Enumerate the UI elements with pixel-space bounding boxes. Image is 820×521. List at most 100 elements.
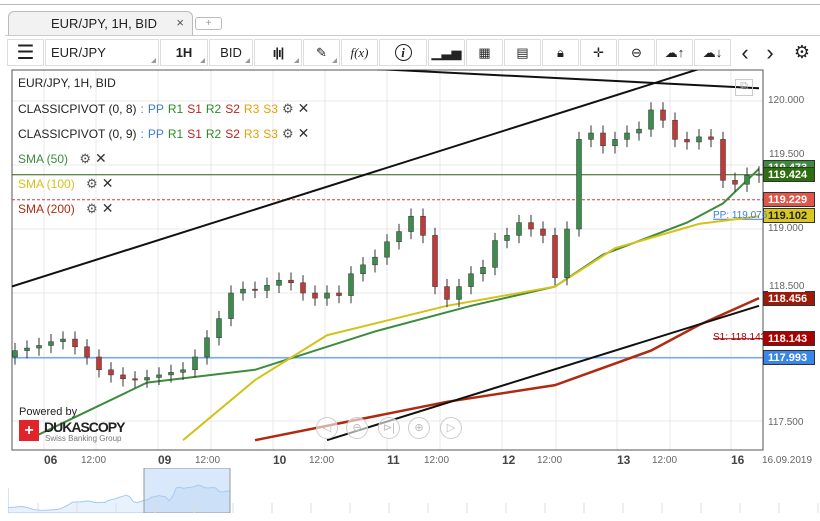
candle	[660, 109, 666, 121]
pivot-name: CLASSICPIVOT (0, 9)	[18, 126, 137, 141]
candle	[144, 377, 150, 381]
candle	[540, 228, 546, 236]
close-icon[interactable]: ✕	[102, 175, 114, 192]
pivot-legend: CLASSICPIVOT (0, 9): PP R1 S1 R2 S2 R3 S3 ⚙ ✕	[18, 125, 310, 142]
price-badge: 119.424	[763, 166, 815, 182]
close-icon[interactable]: ✕	[298, 125, 310, 142]
candle	[36, 345, 42, 349]
candle	[72, 338, 78, 348]
candle	[156, 374, 162, 378]
pivot-level: S2	[225, 101, 240, 116]
pivot-level: S2	[225, 126, 240, 141]
navigator[interactable]	[8, 468, 820, 513]
chart-legend-title: EUR/JPY, 1H, BID	[18, 76, 116, 90]
time-tick: 12:00	[537, 455, 563, 466]
candle	[732, 180, 738, 185]
candle	[84, 346, 90, 358]
candle	[108, 369, 114, 376]
gear-icon[interactable]: ⚙	[79, 151, 91, 167]
dukascopy-subtitle: Swiss Banking Group	[45, 434, 122, 443]
candle	[24, 347, 30, 351]
price-tick: 119.500	[768, 149, 806, 160]
pivot-level: R1	[167, 126, 184, 141]
sma-name: SMA (100)	[18, 176, 75, 191]
candle	[564, 228, 570, 278]
candle	[444, 286, 450, 300]
pivot-level: S1	[187, 101, 202, 116]
sma-legend: SMA (50) ⚙ ✕	[18, 150, 107, 167]
pivot-level: R1	[167, 101, 184, 116]
pivot-legend: CLASSICPIVOT (0, 8): PP R1 S1 R2 S2 R3 S3 ⚙ ✕	[18, 100, 310, 117]
skip-end-icon: ⊳|	[382, 422, 396, 434]
legend-title: EUR/JPY, 1H, BID	[18, 76, 116, 90]
candle	[420, 215, 426, 236]
price-badge: 117.993	[763, 349, 815, 365]
powered-by: Powered by	[19, 406, 78, 418]
sma-legend: SMA (200) ⚙ ✕	[18, 200, 113, 217]
time-tick: 10	[273, 453, 287, 467]
candle	[216, 318, 222, 339]
pp-level-label: PP: 119.076	[713, 210, 768, 221]
sma100-line	[182, 215, 760, 441]
s1-level-label: S1: 118.143	[713, 332, 767, 343]
close-icon[interactable]: ✕	[102, 200, 114, 217]
candle	[240, 288, 246, 294]
zoom-out-icon: ⊖	[352, 422, 362, 434]
candle	[612, 139, 618, 147]
triangle-left-icon: ◁	[322, 422, 332, 434]
pivot-level: S3	[263, 126, 278, 141]
candle	[312, 292, 318, 299]
zoom-out-button[interactable]: ⊖	[346, 417, 368, 439]
close-icon[interactable]: ✕	[95, 150, 107, 167]
reset-button[interactable]: ⊳|	[378, 417, 400, 439]
candle	[300, 282, 306, 294]
candle	[336, 292, 342, 296]
candle	[576, 139, 582, 230]
scroll-right-button[interactable]: ▷	[440, 417, 462, 439]
candle	[408, 215, 414, 232]
pivot-level: R3	[243, 126, 260, 141]
candle	[48, 341, 54, 346]
sma50-line	[26, 168, 760, 442]
triangle-right-icon: ▷	[446, 422, 456, 434]
candle	[12, 350, 18, 358]
scroll-left-button[interactable]: ◁	[316, 417, 338, 439]
candle	[228, 292, 234, 319]
candle	[324, 292, 330, 299]
candle	[468, 273, 474, 287]
gear-icon[interactable]: ⚙	[86, 201, 98, 217]
candle	[120, 374, 126, 380]
time-tick: 16.09.2019	[762, 455, 813, 466]
trendline	[374, 70, 760, 90]
candle	[744, 174, 750, 185]
candle	[588, 132, 594, 140]
price-tick: 118.500	[768, 281, 806, 292]
candle	[456, 286, 462, 300]
candle	[600, 132, 606, 147]
candle	[276, 279, 282, 286]
dukascopy-logo: DUKASCOPY	[44, 419, 125, 435]
close-icon[interactable]: ✕	[298, 100, 310, 117]
candle	[204, 337, 210, 358]
time-tick: 12:00	[652, 455, 678, 466]
price-badge: 119.102	[763, 207, 815, 223]
pivot-level: R2	[205, 101, 222, 116]
candle	[96, 356, 102, 371]
zoom-in-button[interactable]: ⊕	[408, 417, 430, 439]
popout-icon[interactable]: ⧉	[735, 79, 753, 96]
candle	[252, 288, 258, 291]
gear-icon[interactable]: ⚙	[282, 126, 294, 142]
candle	[708, 136, 714, 140]
candle	[372, 256, 378, 266]
candle	[60, 338, 66, 342]
candle	[396, 231, 402, 243]
price-badge: 118.456	[763, 290, 815, 306]
gear-icon[interactable]: ⚙	[282, 101, 294, 117]
sma-name: SMA (50)	[18, 151, 69, 166]
price-chart[interactable]	[0, 0, 820, 468]
pivot-level: PP	[147, 126, 164, 141]
candle	[684, 139, 690, 143]
gear-icon[interactable]: ⚙	[86, 176, 98, 192]
time-tick: 12	[502, 453, 516, 467]
pivot-level: S1	[187, 126, 202, 141]
